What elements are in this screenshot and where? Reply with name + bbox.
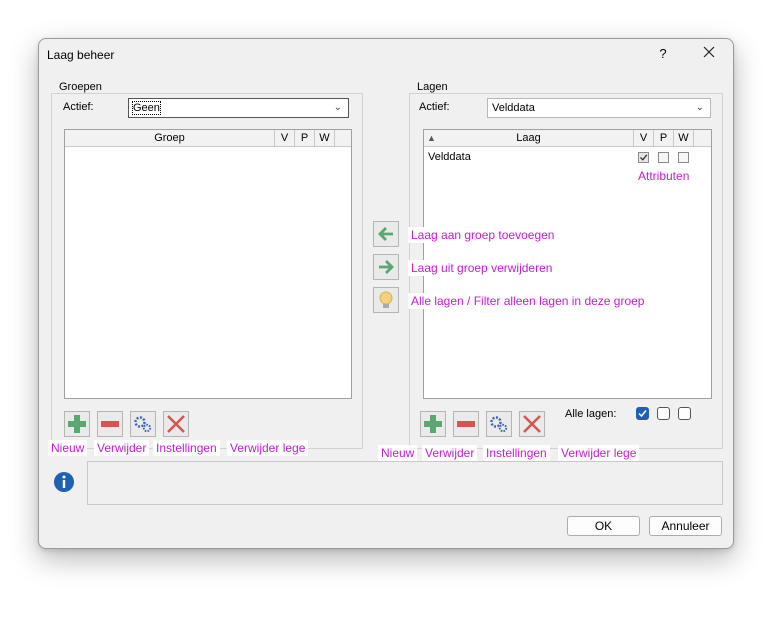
annotation-layers-delete-empty: Verwijder lege [558, 445, 640, 461]
cross-icon [523, 415, 541, 433]
layers-active-label: Actief: [419, 101, 450, 113]
col-groep[interactable]: Groep [65, 130, 275, 146]
filter-toggle-button[interactable] [373, 287, 399, 313]
groups-active-combo[interactable]: Geen ⌄ [128, 98, 349, 118]
remove-from-group-button[interactable] [373, 254, 399, 280]
annotation-groups-delete-empty: Verwijder lege [227, 440, 309, 456]
checkmark-icon [638, 410, 647, 418]
chevron-down-icon: ⌄ [333, 102, 342, 113]
groups-active-value: Geen [132, 101, 161, 115]
ok-button[interactable]: OK [567, 516, 640, 536]
lightbulb-icon [379, 291, 393, 308]
col-laag-label: Laag [516, 132, 541, 144]
col-p[interactable]: P [654, 130, 674, 146]
col-v[interactable]: V [634, 130, 654, 146]
annotation-add-to-group: Laag aan groep toevoegen [408, 227, 558, 243]
annotation-layers-settings: Instellingen [483, 445, 550, 461]
layers-new-button[interactable] [420, 411, 446, 437]
layers-active-combo[interactable]: Velddata ⌄ [487, 98, 711, 118]
annotation-groups-settings: Instellingen [153, 440, 220, 456]
annotation-layers-new: Nieuw [378, 445, 418, 461]
checkmark-icon [640, 154, 648, 161]
plus-icon [68, 415, 86, 433]
all-layers-p-checkbox[interactable] [657, 407, 670, 420]
sort-ascending-icon: ▲ [427, 133, 436, 143]
chevron-down-icon: ⌄ [695, 102, 704, 113]
arrow-right-icon [379, 260, 394, 274]
info-message-box [87, 461, 723, 505]
layer-row-name[interactable]: Velddata [428, 151, 471, 163]
help-icon[interactable]: ? [649, 43, 677, 65]
annotation-remove-from-group: Laag uit groep verwijderen [408, 260, 556, 276]
add-to-group-button[interactable] [373, 221, 399, 247]
col-laag[interactable]: ▲ Laag [424, 130, 634, 146]
col-p[interactable]: P [295, 130, 315, 146]
arrow-left-icon [378, 227, 393, 241]
gears-icon [490, 416, 508, 433]
all-layers-label: Alle lagen: [565, 408, 617, 420]
minus-icon [457, 421, 475, 427]
annotation-layers-delete: Verwijder [422, 445, 478, 461]
layer-row-w-checkbox[interactable] [678, 152, 689, 163]
cross-icon [167, 415, 185, 433]
all-layers-v-checkbox[interactable] [636, 407, 649, 420]
groups-delete-button[interactable] [97, 411, 123, 437]
cancel-button[interactable]: Annuleer [649, 516, 722, 536]
annotation-groups-delete: Verwijder [94, 440, 150, 456]
groups-new-button[interactable] [64, 411, 90, 437]
layers-list-header: ▲ Laag V P W [424, 130, 711, 147]
col-w[interactable]: W [674, 130, 694, 146]
layers-legend: Lagen [414, 81, 451, 93]
window-title: Laag beheer [47, 48, 115, 62]
groups-list-header: Groep V P W [65, 130, 351, 147]
layer-row-v-checkbox[interactable] [638, 152, 649, 163]
layer-row-p-checkbox[interactable] [658, 152, 669, 163]
minus-icon [101, 421, 119, 427]
annotation-groups-new: Nieuw [48, 440, 88, 456]
groups-settings-button[interactable] [130, 411, 156, 437]
col-v[interactable]: V [275, 130, 295, 146]
annotation-filter: Alle lagen / Filter alleen lagen in deze… [408, 293, 648, 309]
groups-delete-empty-button[interactable] [163, 411, 189, 437]
layers-delete-empty-button[interactable] [519, 411, 545, 437]
close-icon[interactable] [695, 43, 723, 65]
layers-active-value: Velddata [492, 102, 535, 114]
groups-list[interactable]: Groep V P W [64, 129, 352, 399]
gears-icon [134, 416, 152, 433]
layers-settings-button[interactable] [486, 411, 512, 437]
plus-icon [424, 415, 442, 433]
all-layers-w-checkbox[interactable] [678, 407, 691, 420]
annotation-attributes: Attributen [635, 168, 693, 184]
layers-delete-button[interactable] [453, 411, 479, 437]
col-w[interactable]: W [315, 130, 335, 146]
info-icon [53, 471, 75, 496]
groups-legend: Groepen [56, 81, 105, 93]
groups-active-label: Actief: [63, 101, 94, 113]
